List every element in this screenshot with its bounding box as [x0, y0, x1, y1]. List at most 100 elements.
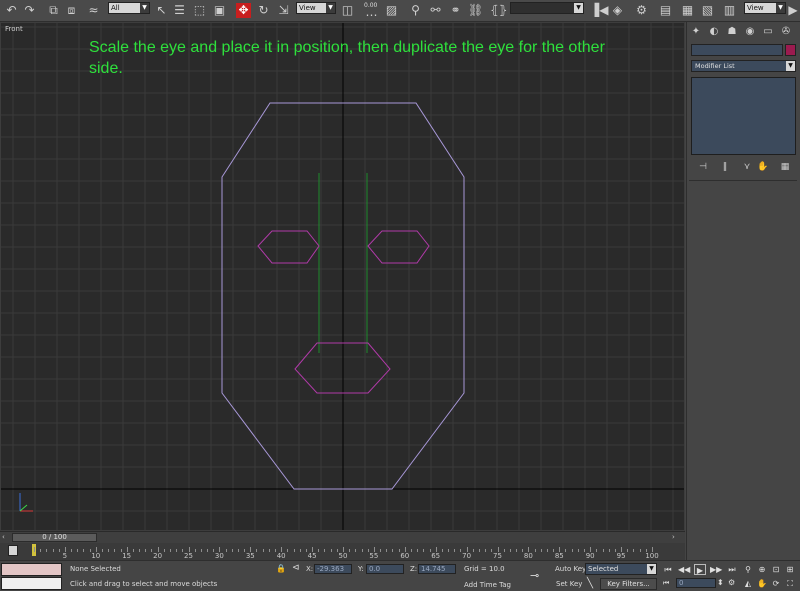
- mirror-icon[interactable]: ⚲: [408, 3, 423, 18]
- next-frame-icon[interactable]: ▶▶: [710, 564, 722, 575]
- remove-modifier-icon[interactable]: ✋: [757, 161, 769, 173]
- timeline-tick: [200, 549, 202, 552]
- viewport-canvas[interactable]: [1, 23, 685, 531]
- time-slider-thumb[interactable]: 0 / 100: [12, 533, 97, 542]
- configure-modifier-sets-icon[interactable]: ▦: [779, 161, 791, 173]
- frame-display: 0 / 100: [42, 533, 67, 541]
- redo-icon[interactable]: ↷: [22, 3, 37, 18]
- object-name-field[interactable]: [691, 44, 783, 56]
- open-mini-curve-editor-button[interactable]: [8, 545, 18, 556]
- unlink-icon[interactable]: ⧈: [64, 3, 79, 18]
- utilities-tab-icon[interactable]: ✇: [779, 25, 793, 38]
- orbit-icon[interactable]: ⟳: [770, 578, 782, 589]
- move-icon[interactable]: ✥: [236, 3, 251, 18]
- link-icon[interactable]: ⧉: [46, 3, 61, 18]
- scale-icon[interactable]: ⇲: [276, 3, 291, 18]
- rendered-frame-window-icon[interactable]: ▦: [680, 3, 695, 18]
- timeline-tick: [114, 549, 116, 552]
- timeline-tick: [237, 549, 239, 552]
- set-key-mode-icon[interactable]: ⊸: [530, 569, 539, 582]
- timeline-tick: [163, 549, 165, 552]
- selection-filter-dropdown[interactable]: All ▼: [108, 2, 150, 14]
- undo-icon[interactable]: ↶: [4, 3, 19, 18]
- frame-spinner-icon[interactable]: ⬍: [717, 578, 724, 587]
- timeline-tick: [145, 549, 147, 552]
- key-icon[interactable]: ╲: [587, 578, 593, 589]
- time-slider[interactable]: ‹ 0 / 100 ›: [0, 531, 685, 543]
- render-production-icon[interactable]: ▧: [700, 3, 715, 18]
- named-selection-set-dropdown[interactable]: ▼: [510, 2, 584, 14]
- display-tab-icon[interactable]: ▭: [761, 25, 775, 38]
- maximize-viewport-icon[interactable]: ⛶: [784, 578, 796, 589]
- render-view-dropdown[interactable]: View ▼: [744, 2, 786, 14]
- rectangular-selection-icon[interactable]: ⬚: [192, 3, 207, 18]
- chevron-right-icon[interactable]: ›: [672, 533, 682, 542]
- reference-coordinate-dropdown[interactable]: View ▼: [296, 2, 336, 14]
- chevron-left-icon[interactable]: ‹: [2, 533, 12, 542]
- absolute-mode-icon[interactable]: ⊲: [292, 563, 300, 573]
- pan-icon[interactable]: ✋: [756, 578, 768, 589]
- curve-editor-icon[interactable]: ⛓: [468, 3, 483, 18]
- hierarchy-tab-icon[interactable]: ☗: [725, 25, 739, 38]
- pivot-center-icon[interactable]: ◫: [340, 3, 355, 18]
- key-filters-button[interactable]: Key Filters...: [600, 578, 657, 590]
- maxscript-listener-bottom[interactable]: [1, 577, 62, 590]
- mirror-tool-icon[interactable]: ▐◀: [590, 3, 608, 18]
- timeline-tick-label: 85: [554, 552, 564, 560]
- x-coordinate-field[interactable]: -29.363: [314, 564, 352, 574]
- set-key-button[interactable]: Set Key: [556, 580, 582, 588]
- edit-named-selection-icon[interactable]: ▨: [384, 3, 399, 18]
- make-unique-icon[interactable]: ⋎: [741, 161, 753, 173]
- modifier-list-dropdown[interactable]: Modifier List ▼: [691, 60, 796, 72]
- select-by-name-icon[interactable]: ☰: [172, 3, 187, 18]
- modifier-stack[interactable]: [691, 77, 796, 155]
- z-coordinate-field[interactable]: 14.745: [418, 564, 456, 574]
- render-setup-icon[interactable]: ▤: [658, 3, 673, 18]
- layer-manager-icon[interactable]: ⚭: [448, 3, 463, 18]
- modify-tab-icon[interactable]: ◐: [707, 25, 721, 38]
- time-configuration-icon[interactable]: ⚙: [728, 578, 735, 587]
- zoom-extents-icon[interactable]: ⊡: [770, 564, 782, 575]
- timeline-tick: [602, 549, 604, 552]
- rotate-icon[interactable]: ↻: [256, 3, 271, 18]
- viewport-label[interactable]: Front: [5, 25, 23, 33]
- key-mode-toggle-icon[interactable]: ⏮: [663, 579, 669, 588]
- material-editor-icon[interactable]: ⚙: [634, 3, 649, 18]
- schematic-view-icon[interactable]: ⦃⦄: [490, 3, 508, 18]
- prompt-line: Click and drag to select and move object…: [70, 580, 218, 588]
- auto-key-button[interactable]: Auto Key: [555, 565, 586, 573]
- timeline-tick: [608, 549, 610, 552]
- select-object-icon[interactable]: ↖: [154, 3, 169, 18]
- go-to-start-icon[interactable]: ⏮: [662, 564, 674, 575]
- maxscript-listener-top[interactable]: [1, 563, 62, 576]
- lock-selection-icon[interactable]: 🔒: [276, 564, 286, 573]
- timeline-tick: [262, 549, 264, 552]
- align-icon[interactable]: ⚯: [428, 3, 443, 18]
- align-tool-icon[interactable]: ◈: [610, 3, 625, 18]
- pin-stack-icon[interactable]: ⊣: [697, 161, 709, 173]
- timeline-tick: [256, 549, 258, 552]
- play-icon[interactable]: ▶: [694, 564, 706, 575]
- zoom-icon[interactable]: ⚲: [742, 564, 754, 575]
- zoom-all-icon[interactable]: ⊕: [756, 564, 768, 575]
- field-of-view-icon[interactable]: ◭: [742, 578, 754, 589]
- show-end-result-icon[interactable]: ‖: [719, 161, 731, 173]
- zoom-extents-all-icon[interactable]: ⊞: [784, 564, 796, 575]
- previous-frame-icon[interactable]: ◀◀: [678, 564, 690, 575]
- y-coordinate-field[interactable]: 0.0: [366, 564, 404, 574]
- bind-space-warp-icon[interactable]: ≈: [86, 3, 101, 18]
- add-time-tag-button[interactable]: Add Time Tag: [464, 581, 511, 589]
- render-dialog-icon[interactable]: ▥: [722, 3, 737, 18]
- spinner-snap-icon[interactable]: ⋯: [364, 8, 379, 23]
- key-mode-dropdown[interactable]: Selected ▼: [585, 563, 657, 575]
- window-crossing-icon[interactable]: ▣: [212, 3, 227, 18]
- quick-render-icon[interactable]: ▶: [787, 3, 799, 18]
- front-viewport[interactable]: Front Scale the eye and place it in posi…: [0, 22, 685, 531]
- go-to-end-icon[interactable]: ⏭: [726, 564, 738, 575]
- current-frame-field[interactable]: 0: [676, 578, 716, 588]
- create-tab-icon[interactable]: ✦: [689, 25, 703, 38]
- timeline-tick: [534, 549, 536, 552]
- track-bar[interactable]: 5 10 15 20 25 30 35 40 45 50 55 60 65 70 75 80 85 90 95 100: [0, 543, 685, 560]
- object-color-swatch[interactable]: [785, 44, 796, 56]
- motion-tab-icon[interactable]: ◉: [743, 25, 757, 38]
